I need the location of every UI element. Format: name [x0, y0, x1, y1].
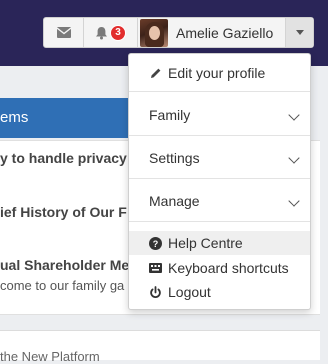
settings-menu-item[interactable]: Settings: [129, 139, 310, 177]
edit-profile-label: Edit your profile: [168, 65, 266, 81]
menu-divider: [129, 178, 310, 179]
logout-menu-item[interactable]: Logout: [129, 280, 310, 304]
news-item-title[interactable]: the New Platform: [0, 349, 100, 364]
keyboard-shortcuts-menu-item[interactable]: Keyboard shortcuts: [129, 256, 310, 280]
question-circle-icon: ?: [149, 236, 162, 250]
news-item-title[interactable]: ief History of Our F: [0, 204, 127, 220]
settings-label: Settings: [149, 150, 200, 166]
envelope-icon: [56, 27, 71, 38]
menu-divider: [129, 221, 310, 222]
edit-profile-menu-item[interactable]: Edit your profile: [129, 59, 310, 87]
user-name: Amelie Gaziello: [176, 24, 274, 41]
family-label: Family: [149, 107, 191, 123]
pencil-icon: [149, 67, 162, 80]
avatar: [140, 18, 168, 47]
family-menu-item[interactable]: Family: [129, 96, 310, 134]
notification-count-badge: 3: [110, 24, 126, 41]
messages-button[interactable]: [44, 18, 84, 47]
svg-text:?: ?: [153, 239, 159, 249]
bell-icon: [96, 26, 107, 39]
logout-label: Logout: [168, 284, 211, 300]
chevron-down-icon: [288, 109, 300, 121]
caret-down-icon: [295, 30, 304, 35]
section-title: ems: [0, 109, 29, 126]
chevron-down-icon: [288, 152, 300, 164]
chevron-down-icon: [288, 195, 300, 207]
keyboard-shortcuts-label: Keyboard shortcuts: [168, 260, 289, 276]
menu-divider: [129, 135, 310, 136]
keyboard-icon: [149, 262, 162, 275]
news-item-title[interactable]: y to handle privacy a: [0, 150, 139, 166]
user-toolbar: 3 Amelie Gaziello: [43, 17, 314, 48]
power-icon: [149, 285, 162, 299]
menu-divider: [129, 91, 310, 92]
news-item-title[interactable]: ual Shareholder Me: [0, 257, 129, 273]
user-menu-toggle[interactable]: [286, 18, 313, 47]
manage-label: Manage: [149, 193, 200, 209]
notifications-button[interactable]: 3: [84, 18, 138, 47]
user-profile-button[interactable]: Amelie Gaziello: [138, 18, 286, 47]
help-centre-menu-item[interactable]: ? Help Centre: [129, 231, 310, 255]
manage-menu-item[interactable]: Manage: [129, 182, 310, 220]
user-dropdown-menu: Edit your profile Family Settings Manage…: [128, 53, 311, 310]
help-centre-label: Help Centre: [168, 235, 243, 251]
news-item-subtitle: come to our family ga: [0, 278, 125, 293]
